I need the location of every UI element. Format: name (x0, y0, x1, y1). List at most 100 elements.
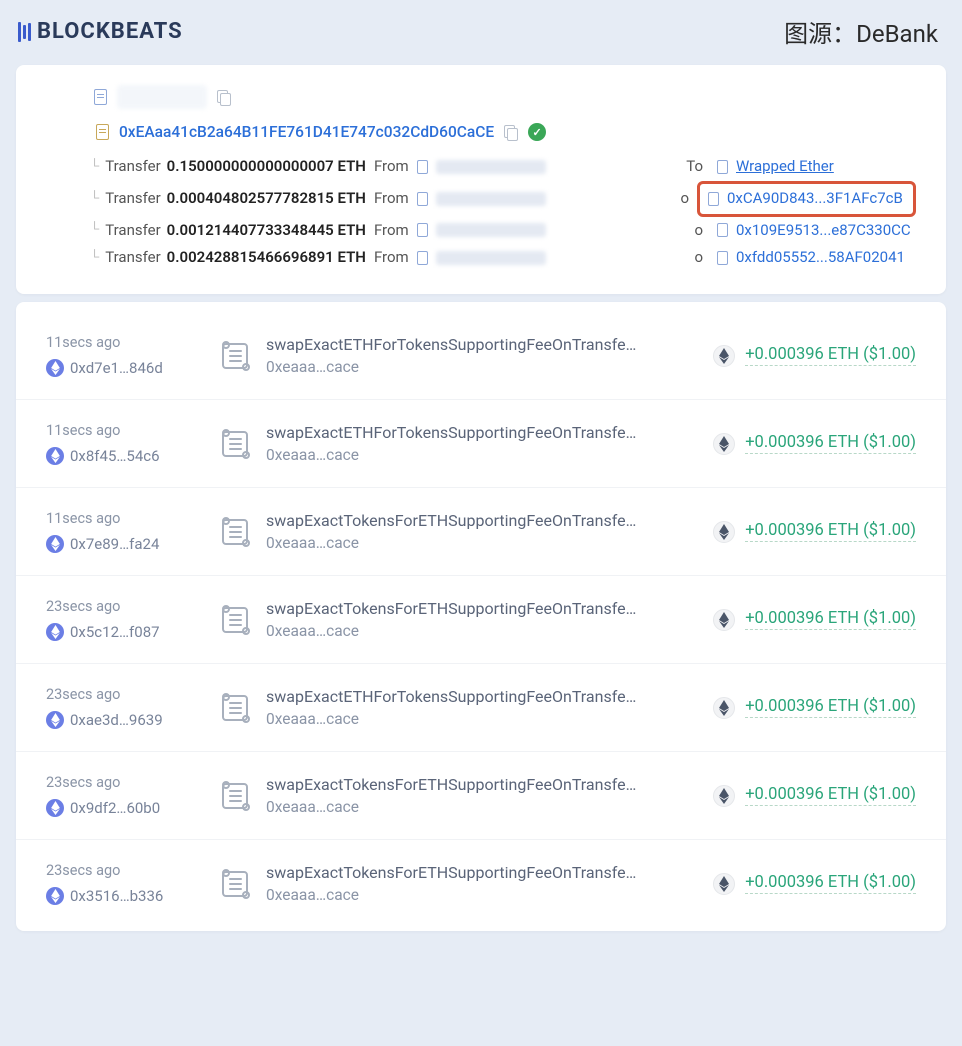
tx-list-item[interactable]: 11secs ago 0x8f45…54c6 swapExactETHForTo… (16, 400, 946, 488)
ethereum-chain-icon (46, 887, 64, 905)
tree-corner-icon: └ (90, 218, 99, 242)
tx-contract-address: 0xeaaa…cace (266, 886, 703, 904)
tx-type-icon-col (206, 866, 266, 902)
tx-list-item[interactable]: 23secs ago 0x9df2…60b0 swapExactTokensFo… (16, 752, 946, 840)
transfer-label: Transfer (105, 217, 160, 245)
tx-hash-link[interactable]: 0x7e89…fa24 (70, 535, 159, 553)
document-icon (417, 251, 428, 265)
contract-scroll-icon (219, 514, 253, 550)
tx-function-col: swapExactTokensForETHSupportingFeeOnTran… (266, 863, 713, 904)
tx-type-icon-col (206, 338, 266, 374)
contract-scroll-icon (219, 778, 253, 814)
document-icon (717, 223, 728, 237)
tx-list-item[interactable]: 23secs ago 0xae3d…9639 swapExactETHForTo… (16, 664, 946, 752)
tx-time: 11secs ago (46, 334, 206, 351)
tx-amount: +0.000396 ETH ($1.00) (745, 697, 916, 718)
tx-list-item[interactable]: 11secs ago 0xd7e1…846d swapExactETHForTo… (16, 312, 946, 400)
tx-contract-address: 0xeaaa…cace (266, 622, 703, 640)
transfer-list: └ Transfer 0.150000000000000007 ETH From… (90, 153, 916, 272)
transfer-to-label: o (694, 244, 703, 272)
tx-amount: +0.000396 ETH ($1.00) (745, 609, 916, 630)
transfer-to-label: o (680, 185, 689, 213)
tx-list-item[interactable]: 23secs ago 0x3516…b336 swapExactTokensFo… (16, 840, 946, 927)
document-icon (417, 192, 428, 206)
tx-function-name: swapExactTokensForETHSupportingFeeOnTran… (266, 599, 703, 618)
tx-function-name: swapExactTokensForETHSupportingFeeOnTran… (266, 775, 703, 794)
tx-contract-address: 0xeaaa…cace (266, 534, 703, 552)
transfer-from-label: From (374, 153, 409, 181)
tx-amount-col: +0.000396 ETH ($1.00) (713, 785, 916, 807)
tx-meta: 11secs ago 0xd7e1…846d (46, 334, 206, 377)
document-icon (96, 124, 109, 140)
tx-time: 23secs ago (46, 686, 206, 703)
transaction-list-card: 11secs ago 0xd7e1…846d swapExactETHForTo… (16, 302, 946, 931)
tx-function-col: swapExactETHForTokensSupportingFeeOnTran… (266, 423, 713, 464)
tx-time: 11secs ago (46, 510, 206, 527)
tree-corner-icon: └ (90, 155, 99, 179)
transfer-destination-link[interactable]: 0xfdd05552...58AF02041 (736, 244, 916, 272)
transfer-amount: 0.001214407733348445 ETH (167, 217, 366, 245)
eth-token-icon (713, 433, 735, 455)
tx-function-col: swapExactTokensForETHSupportingFeeOnTran… (266, 775, 713, 816)
document-icon (717, 251, 728, 265)
tree-corner-icon: └ (90, 187, 99, 211)
document-icon (708, 192, 719, 206)
tx-list-item[interactable]: 23secs ago 0x5c12…f087 swapExactTokensFo… (16, 576, 946, 664)
eth-token-icon (713, 785, 735, 807)
logo-bars-icon (18, 22, 31, 42)
tx-type-icon-col (206, 778, 266, 814)
tx-list-item[interactable]: 11secs ago 0x7e89…fa24 swapExactTokensFo… (16, 488, 946, 576)
copy-icon[interactable] (504, 125, 518, 139)
ethereum-chain-icon (46, 799, 64, 817)
tx-function-col: swapExactETHForTokensSupportingFeeOnTran… (266, 687, 713, 728)
tx-function-col: swapExactTokensForETHSupportingFeeOnTran… (266, 511, 713, 552)
tx-head (94, 85, 916, 109)
copy-icon[interactable] (217, 90, 231, 104)
tx-time: 23secs ago (46, 774, 206, 791)
address-row: 0xEAaa41cB2a64B11FE761D41E747c032CdD60Ca… (96, 123, 916, 141)
tx-hash-link[interactable]: 0x8f45…54c6 (70, 447, 160, 465)
tx-hash-link[interactable]: 0x9df2…60b0 (70, 799, 160, 817)
eth-token-icon (713, 345, 735, 367)
transfer-row: └ Transfer 0.002428815466696891 ETH From… (90, 244, 916, 272)
transfer-amount: 0.150000000000000007 ETH (167, 153, 366, 181)
logo: BLOCKBEATS (18, 19, 183, 44)
tx-contract-address: 0xeaaa…cace (266, 358, 703, 376)
tx-hash-link[interactable]: 0xd7e1…846d (70, 359, 163, 377)
transfer-destination-link[interactable]: Wrapped Ether (736, 153, 916, 181)
transfer-label: Transfer (105, 185, 160, 213)
tx-function-name: swapExactETHForTokensSupportingFeeOnTran… (266, 687, 703, 706)
transfer-to-label: To (686, 153, 703, 181)
tx-amount-col: +0.000396 ETH ($1.00) (713, 697, 916, 719)
tx-hash-link[interactable]: 0x3516…b336 (70, 887, 163, 905)
tx-contract-address: 0xeaaa…cace (266, 446, 703, 464)
contract-scroll-icon (219, 866, 253, 902)
tx-hash-link[interactable]: 0xae3d…9639 (70, 711, 163, 729)
ethereum-chain-icon (46, 623, 64, 641)
tx-hash-link[interactable]: 0x5c12…f087 (70, 623, 160, 641)
highlighted-address: 0xCA90D843...3F1AFc7cB (697, 181, 916, 217)
source-label: 图源：DeBank (784, 14, 938, 49)
document-icon (717, 160, 728, 174)
topbar: BLOCKBEATS 图源：DeBank (0, 0, 962, 59)
redacted-from-address (436, 160, 546, 174)
eth-token-icon (713, 873, 735, 895)
contract-scroll-icon (219, 602, 253, 638)
document-icon (417, 223, 428, 237)
document-icon (94, 89, 107, 105)
transfer-label: Transfer (105, 244, 160, 272)
transfer-from-label: From (374, 244, 409, 272)
tx-meta: 23secs ago 0x3516…b336 (46, 862, 206, 905)
tx-amount-col: +0.000396 ETH ($1.00) (713, 345, 916, 367)
tx-amount: +0.000396 ETH ($1.00) (745, 433, 916, 454)
tx-amount: +0.000396 ETH ($1.00) (745, 521, 916, 542)
transfer-destination-link[interactable]: 0x109E9513...e87C330CC (736, 217, 916, 245)
tx-function-name: swapExactETHForTokensSupportingFeeOnTran… (266, 423, 703, 442)
redacted-pill (117, 85, 207, 109)
tx-amount-col: +0.000396 ETH ($1.00) (713, 433, 916, 455)
tx-function-name: swapExactETHForTokensSupportingFeeOnTran… (266, 335, 703, 354)
tx-type-icon-col (206, 426, 266, 462)
transfer-destination-link[interactable]: 0xCA90D843...3F1AFc7cB (727, 185, 907, 213)
contract-address-link[interactable]: 0xEAaa41cB2a64B11FE761D41E747c032CdD60Ca… (119, 123, 494, 141)
transfer-row: └ Transfer 0.000404802577782815 ETH From… (90, 181, 916, 217)
